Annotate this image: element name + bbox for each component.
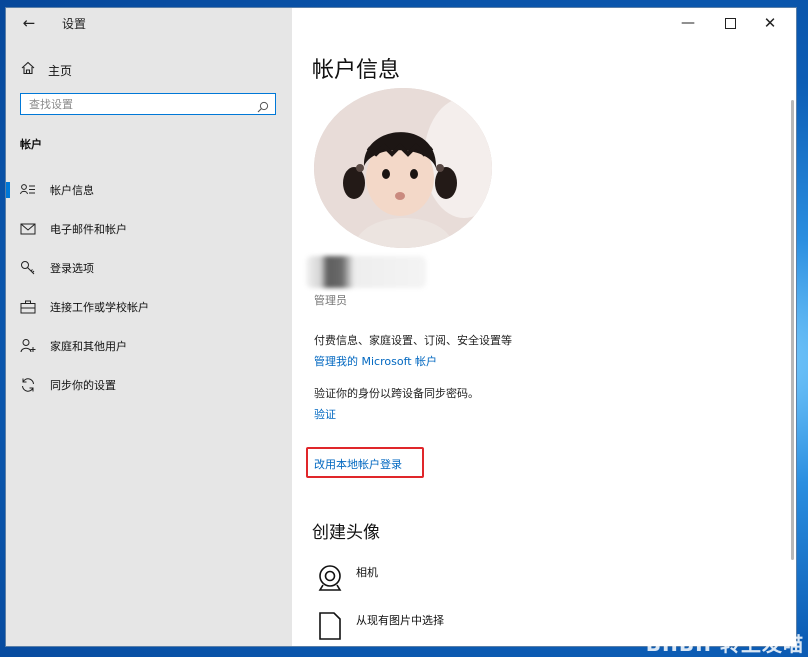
close-button[interactable]: ✕ bbox=[750, 12, 790, 34]
search-icon[interactable] bbox=[257, 98, 269, 113]
search-input[interactable] bbox=[21, 96, 251, 112]
briefcase-icon bbox=[20, 299, 36, 315]
sidebar-item-account-info[interactable]: 帐户信息 bbox=[6, 170, 292, 209]
search-box[interactable] bbox=[20, 93, 276, 115]
add-person-icon bbox=[20, 338, 36, 354]
nav-home[interactable]: 主页 bbox=[20, 60, 72, 80]
sidebar-item-label: 同步你的设置 bbox=[50, 378, 116, 392]
sidebar-item-work-school[interactable]: 连接工作或学校帐户 bbox=[6, 287, 292, 326]
sidebar-item-label: 电子邮件和帐户 bbox=[50, 222, 127, 236]
account-info-icon bbox=[20, 182, 36, 198]
scrollbar[interactable] bbox=[791, 100, 794, 560]
minimize-button[interactable]: — bbox=[668, 12, 708, 34]
billing-text: 付费信息、家庭设置、订阅、安全设置等 bbox=[314, 334, 512, 347]
webcam-icon bbox=[316, 564, 344, 592]
sync-icon bbox=[20, 377, 36, 393]
sidebar-item-label: 连接工作或学校帐户 bbox=[50, 300, 149, 314]
browse-picture-label: 从现有图片中选择 bbox=[356, 614, 444, 627]
verify-link[interactable]: 验证 bbox=[314, 406, 336, 422]
section-label: 帐户 bbox=[20, 138, 42, 151]
create-avatar-heading: 创建头像 bbox=[312, 523, 380, 543]
maximize-icon bbox=[724, 17, 736, 29]
window-title: 设置 bbox=[62, 17, 87, 31]
camera-option-label: 相机 bbox=[356, 566, 378, 579]
main-content: — ✕ 帐户信息 管理员 付费信息、家庭设置、订阅、安全设置等 管理我的 Mic… bbox=[292, 8, 796, 646]
sidebar-item-family-users[interactable]: 家庭和其他用户 bbox=[6, 326, 292, 365]
mail-icon bbox=[20, 221, 36, 237]
verify-text: 验证你的身份以跨设备同步密码。 bbox=[314, 387, 479, 400]
sidebar-item-label: 帐户信息 bbox=[50, 183, 94, 197]
nav-list: 帐户信息 电子邮件和帐户 登录选项 连接工作或学校帐户 家庭和其他用户 同步你的… bbox=[6, 170, 292, 404]
sidebar-item-sign-in-options[interactable]: 登录选项 bbox=[6, 248, 292, 287]
back-arrow-icon[interactable]: ← bbox=[18, 12, 40, 34]
local-account-signin-link[interactable]: 改用本地帐户登录 bbox=[314, 456, 402, 472]
blurred-username bbox=[306, 256, 426, 288]
key-icon bbox=[20, 260, 36, 276]
browse-picture-option[interactable]: 从现有图片中选择 bbox=[316, 612, 444, 640]
home-icon bbox=[20, 61, 36, 79]
manage-account-link[interactable]: 管理我的 Microsoft 帐户 bbox=[314, 353, 437, 369]
sidebar-item-email-accounts[interactable]: 电子邮件和帐户 bbox=[6, 209, 292, 248]
avatar[interactable] bbox=[314, 88, 492, 248]
camera-option[interactable]: 相机 bbox=[316, 564, 378, 592]
watermark: BIIBII 转上发喵 bbox=[645, 632, 804, 656]
page-title: 帐户信息 bbox=[312, 58, 401, 83]
sidebar-item-label: 家庭和其他用户 bbox=[50, 339, 127, 353]
settings-window: ← 设置 主页 帐户 帐户信息 bbox=[6, 8, 796, 646]
sidebar-item-label: 登录选项 bbox=[50, 261, 94, 275]
sidebar: ← 设置 主页 帐户 帐户信息 bbox=[6, 8, 292, 646]
nav-home-label: 主页 bbox=[48, 63, 73, 78]
maximize-button[interactable] bbox=[710, 12, 750, 34]
image-file-icon bbox=[316, 612, 344, 640]
sidebar-item-sync[interactable]: 同步你的设置 bbox=[6, 365, 292, 404]
account-role: 管理员 bbox=[314, 294, 347, 307]
